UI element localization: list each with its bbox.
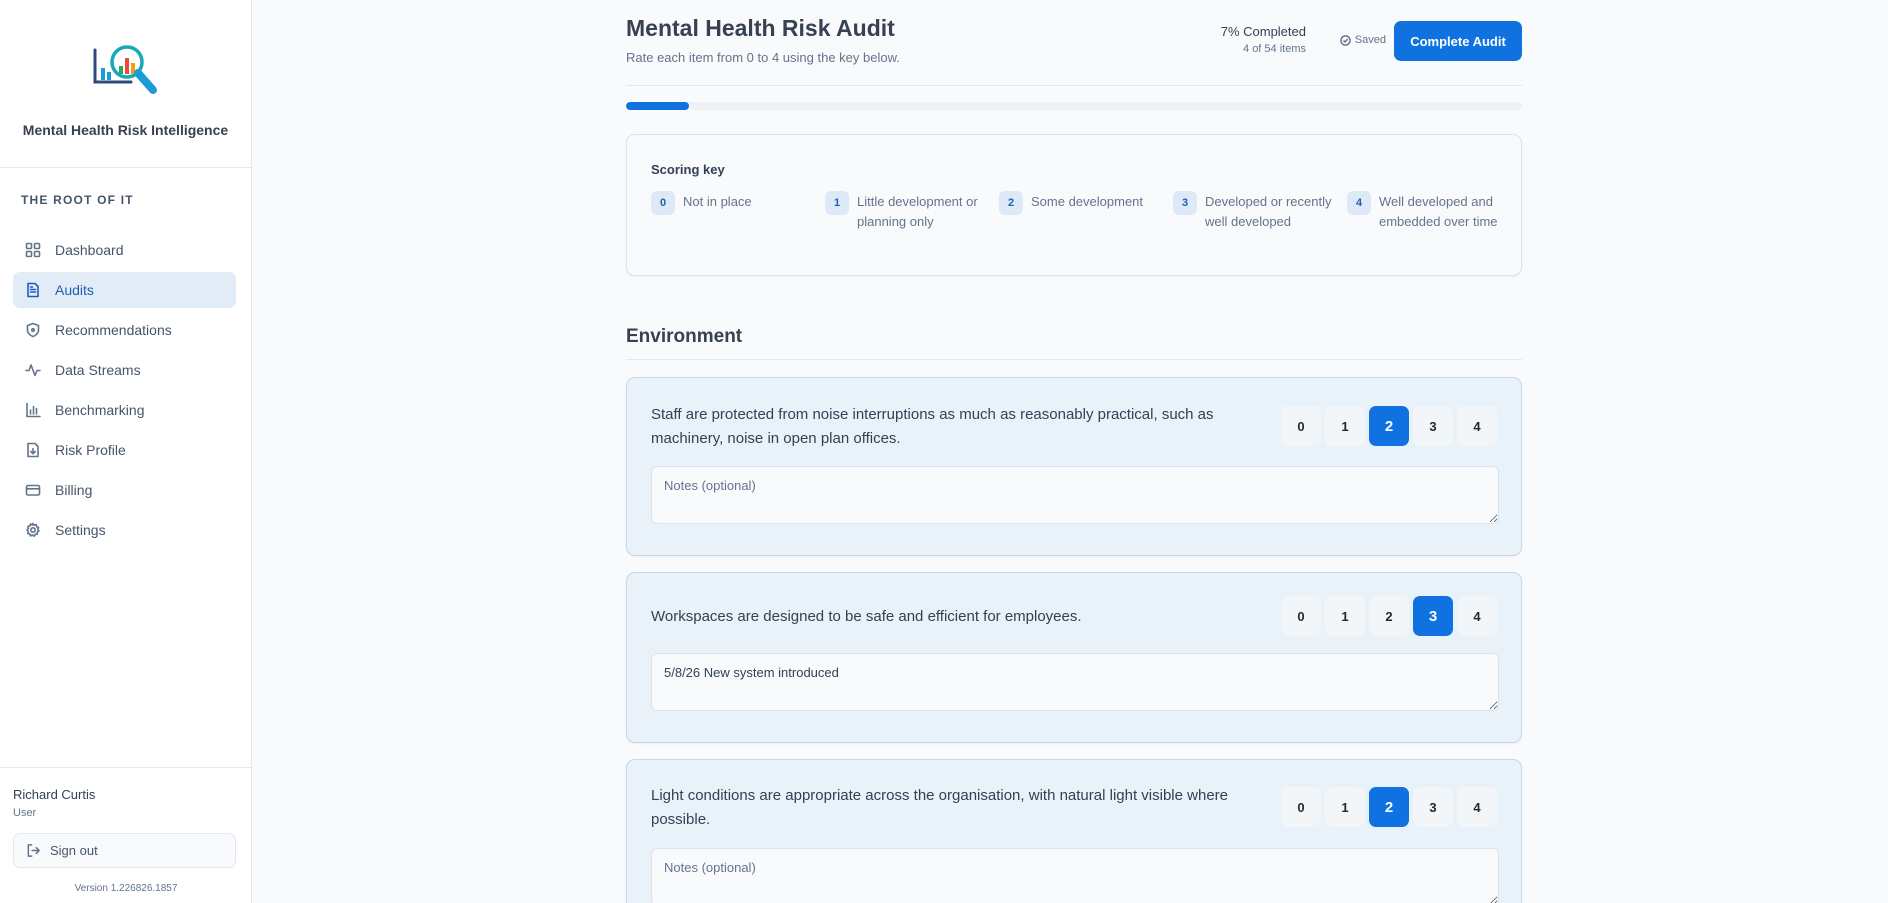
sidebar-item-recommendations[interactable]: Recommendations: [13, 312, 236, 348]
section-title: Environment: [626, 326, 743, 347]
score-option-0[interactable]: 0: [1281, 787, 1321, 827]
score-description: Not in place: [683, 194, 752, 209]
brand-header: Mental Health Risk Intelligence: [0, 0, 251, 168]
score-option-2[interactable]: 2: [1369, 596, 1409, 636]
header-divider: [626, 85, 1522, 86]
score-description: Some development: [1031, 194, 1144, 209]
sidebar-nav: Dashboard Audits Recommendations Data St…: [13, 232, 236, 552]
score-option-1[interactable]: 1: [1325, 406, 1365, 446]
sidebar-item-risk-profile[interactable]: Risk Profile: [13, 432, 236, 468]
scoring-key-item: 2 Some development: [999, 191, 1173, 232]
activity-icon: [25, 362, 41, 378]
sidebar: Mental Health Risk Intelligence THE ROOT…: [0, 0, 252, 903]
question-card: Staff are protected from noise interrupt…: [626, 377, 1522, 556]
score-badge: 4: [1347, 191, 1371, 215]
question-card: Light conditions are appropriate across …: [626, 759, 1522, 903]
sidebar-footer: Richard Curtis User Sign out Version 1.2…: [0, 767, 252, 903]
scoring-key-item: 3 Developed or recently well developed: [1173, 191, 1347, 232]
org-label: THE ROOT OF IT: [21, 193, 134, 207]
sidebar-item-label: Audits: [55, 282, 94, 298]
score-option-4[interactable]: 4: [1457, 596, 1497, 636]
saved-status: Saved: [1339, 34, 1386, 46]
saved-label: Saved: [1354, 34, 1386, 46]
brand-name: Mental Health Risk Intelligence: [22, 122, 229, 138]
score-option-3[interactable]: 3: [1413, 406, 1453, 446]
scoring-key-item: 0 Not in place: [651, 191, 825, 232]
scoring-key-item: 4 Well developed and embedded over time: [1347, 191, 1521, 232]
score-option-2[interactable]: 2: [1369, 787, 1409, 827]
score-description: Little development or planning only: [857, 194, 978, 229]
score-option-1[interactable]: 1: [1325, 787, 1365, 827]
notes-field[interactable]: [651, 848, 1499, 903]
credit-card-icon: [25, 482, 41, 498]
sidebar-item-label: Settings: [55, 522, 106, 538]
grid-icon: [25, 242, 41, 258]
progress-percent: 7% Completed: [1220, 24, 1306, 39]
sidebar-item-benchmarking[interactable]: Benchmarking: [13, 392, 236, 428]
score-option-4[interactable]: 4: [1457, 406, 1497, 446]
sidebar-item-label: Benchmarking: [55, 402, 145, 418]
user-role: User: [13, 807, 37, 819]
sidebar-item-settings[interactable]: Settings: [13, 512, 236, 548]
score-selector: 0 1 2 3 4: [1281, 406, 1497, 446]
progress-bar: [626, 102, 1522, 110]
question-text: Workspaces are designed to be safe and e…: [651, 608, 1082, 625]
score-badge: 0: [651, 191, 675, 215]
score-description: Developed or recently well developed: [1205, 194, 1332, 229]
sidebar-item-label: Data Streams: [55, 362, 141, 378]
sidebar-item-audits[interactable]: Audits: [13, 272, 236, 308]
score-description: Well developed and embedded over time: [1379, 194, 1498, 229]
sign-out-button[interactable]: Sign out: [13, 833, 236, 868]
version-label: Version 1.226826.1857: [74, 883, 178, 894]
scoring-key-item: 1 Little development or planning only: [825, 191, 999, 232]
sidebar-item-label: Recommendations: [55, 322, 172, 338]
score-option-2[interactable]: 2: [1369, 406, 1409, 446]
analytics-search-logo-icon: [93, 45, 157, 94]
question-text: Light conditions are appropriate across …: [651, 787, 1228, 828]
score-option-4[interactable]: 4: [1457, 787, 1497, 827]
score-badge: 2: [999, 191, 1023, 215]
progress-count: 4 of 54 items: [1243, 43, 1306, 55]
score-selector: 0 1 2 3 4: [1281, 787, 1497, 827]
notes-field[interactable]: 5/8/26 New system introduced: [651, 653, 1499, 711]
file-download-icon: [25, 442, 41, 458]
sidebar-item-dashboard[interactable]: Dashboard: [13, 232, 236, 268]
scoring-key-card: Scoring key 0 Not in place 1 Little deve…: [626, 134, 1522, 276]
bar-chart-icon: [25, 402, 41, 418]
document-icon: [25, 282, 41, 298]
gear-icon: [25, 522, 41, 538]
user-name: Richard Curtis: [13, 787, 96, 802]
score-option-3[interactable]: 3: [1413, 596, 1453, 636]
score-option-0[interactable]: 0: [1281, 406, 1321, 446]
question-text: Staff are protected from noise interrupt…: [651, 406, 1214, 447]
score-badge: 3: [1173, 191, 1197, 215]
sidebar-item-label: Risk Profile: [55, 442, 126, 458]
complete-audit-button[interactable]: Complete Audit: [1394, 21, 1522, 61]
score-selector: 0 1 2 3 4: [1281, 596, 1497, 636]
sidebar-item-data-streams[interactable]: Data Streams: [13, 352, 236, 388]
section-divider: [626, 359, 1522, 360]
page-subtitle: Rate each item from 0 to 4 using the key…: [626, 50, 900, 65]
scoring-key-title: Scoring key: [651, 162, 725, 177]
score-option-3[interactable]: 3: [1413, 787, 1453, 827]
progress-bar-fill: [626, 102, 689, 110]
progress-summary: 7% Completed 4 of 54 items: [1221, 24, 1306, 55]
check-circle-icon: [1339, 34, 1351, 46]
sidebar-item-billing[interactable]: Billing: [13, 472, 236, 508]
score-option-1[interactable]: 1: [1325, 596, 1365, 636]
question-card: Workspaces are designed to be safe and e…: [626, 572, 1522, 743]
shield-icon: [25, 322, 41, 338]
sidebar-item-label: Dashboard: [55, 242, 124, 258]
score-option-0[interactable]: 0: [1281, 596, 1321, 636]
scoring-key-list: 0 Not in place 1 Little development or p…: [651, 191, 1521, 232]
sign-out-label: Sign out: [50, 843, 98, 858]
page-title: Mental Health Risk Audit: [626, 15, 895, 41]
sign-out-icon: [27, 844, 40, 857]
sidebar-item-label: Billing: [55, 482, 93, 498]
notes-field[interactable]: [651, 466, 1499, 524]
score-badge: 1: [825, 191, 849, 215]
